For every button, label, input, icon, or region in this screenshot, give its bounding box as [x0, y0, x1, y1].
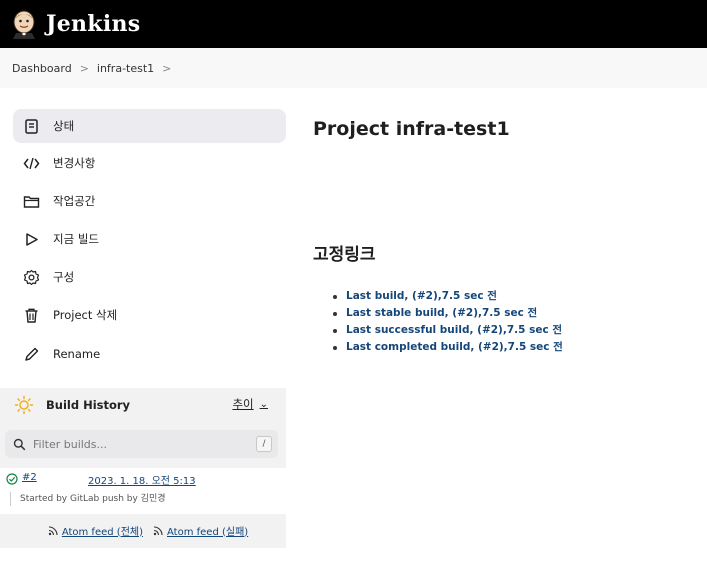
- build-time-link[interactable]: 2023. 1. 18. 오전 5:13: [88, 472, 196, 487]
- breadcrumb: Dashboard > infra-test1 >: [0, 48, 707, 88]
- permalink-last-completed-build[interactable]: Last completed build, (#2),7.5 sec 전: [346, 341, 563, 353]
- gear-icon: [23, 269, 40, 285]
- build-row: #2 2023. 1. 18. 오전 5:13 Started by GitLa…: [0, 468, 286, 514]
- filter-builds[interactable]: /: [5, 430, 278, 458]
- list-item: Last stable build, (#2),7.5 sec 전: [333, 305, 563, 322]
- build-number-link[interactable]: #2: [22, 472, 37, 483]
- chevron-down-icon[interactable]: ⌄: [260, 399, 268, 410]
- sidebar-item-delete-project[interactable]: Project 삭제: [13, 298, 286, 332]
- search-icon: [13, 438, 26, 450]
- build-history-panel: Build History 추이 ⌄ / #2 2023. 1. 18. 오전 …: [0, 388, 286, 548]
- permalink-last-build[interactable]: Last build, (#2),7.5 sec 전: [346, 290, 497, 302]
- rss-icon: [48, 525, 58, 535]
- breadcrumb-project[interactable]: infra-test1: [97, 62, 154, 75]
- trend-label[interactable]: 추이: [232, 396, 253, 412]
- app-title[interactable]: Jenkins: [46, 11, 140, 37]
- sidebar-item-label: Project 삭제: [53, 308, 118, 322]
- sidebar-item-status[interactable]: 상태: [13, 109, 286, 143]
- permalinks-title: 고정링크: [313, 245, 376, 265]
- sidebar-item-label: 지금 빌드: [53, 232, 99, 246]
- list-item: Last successful build, (#2),7.5 sec 전: [333, 322, 563, 339]
- success-status-icon: [6, 473, 18, 485]
- build-history-title: Build History: [46, 398, 131, 412]
- folder-icon: [23, 195, 40, 208]
- breadcrumb-dashboard[interactable]: Dashboard: [12, 62, 72, 75]
- trash-icon: [25, 308, 38, 323]
- trend-link[interactable]: 추이 ⌄: [232, 396, 268, 412]
- filter-builds-input[interactable]: [33, 437, 233, 451]
- build-history-header: Build History 추이 ⌄: [0, 388, 286, 422]
- sidebar-item-label: Rename: [53, 347, 101, 361]
- breadcrumb-separator: >: [79, 61, 89, 75]
- atom-feeds: Atom feed (전체) Atom feed (실패): [0, 518, 286, 542]
- play-icon: [26, 232, 38, 246]
- page-title: Project infra-test1: [313, 118, 510, 140]
- sidebar-item-label: 변경사항: [53, 156, 96, 170]
- build-cause: Started by GitLab push by 김민경: [10, 492, 166, 506]
- sidebar-item-changes[interactable]: 변경사항: [13, 146, 286, 180]
- permalink-last-stable-build[interactable]: Last stable build, (#2),7.5 sec 전: [346, 307, 537, 319]
- list-item: Last build, (#2),7.5 sec 전: [333, 288, 563, 305]
- notepad-icon: [25, 118, 38, 134]
- sidebar-item-label: 구성: [53, 270, 75, 284]
- sidebar-item-label: 상태: [53, 119, 75, 133]
- rss-icon: [153, 525, 163, 535]
- atom-feed-failures-link[interactable]: Atom feed (실패): [167, 523, 248, 538]
- sidebar-item-build-now[interactable]: 지금 빌드: [13, 222, 286, 256]
- sidebar-item-rename[interactable]: Rename: [13, 337, 286, 371]
- code-icon: [23, 157, 40, 169]
- breadcrumb-separator[interactable]: >: [162, 62, 171, 75]
- sidebar-item-workspace[interactable]: 작업공간: [13, 184, 286, 218]
- jenkins-butler-icon[interactable]: [10, 9, 38, 39]
- sidebar-item-label: 작업공간: [53, 194, 96, 208]
- pencil-icon: [25, 347, 39, 361]
- list-item: Last completed build, (#2),7.5 sec 전: [333, 339, 563, 356]
- atom-feed-all-link[interactable]: Atom feed (전체): [62, 523, 143, 538]
- sun-icon: [14, 395, 34, 415]
- permalink-last-successful-build[interactable]: Last successful build, (#2),7.5 sec 전: [346, 324, 562, 336]
- sidebar-item-configure[interactable]: 구성: [13, 260, 286, 294]
- permalinks-list: Last build, (#2),7.5 sec 전 Last stable b…: [333, 288, 563, 356]
- shortcut-key-hint: /: [256, 436, 272, 452]
- top-header: Jenkins: [0, 0, 707, 48]
